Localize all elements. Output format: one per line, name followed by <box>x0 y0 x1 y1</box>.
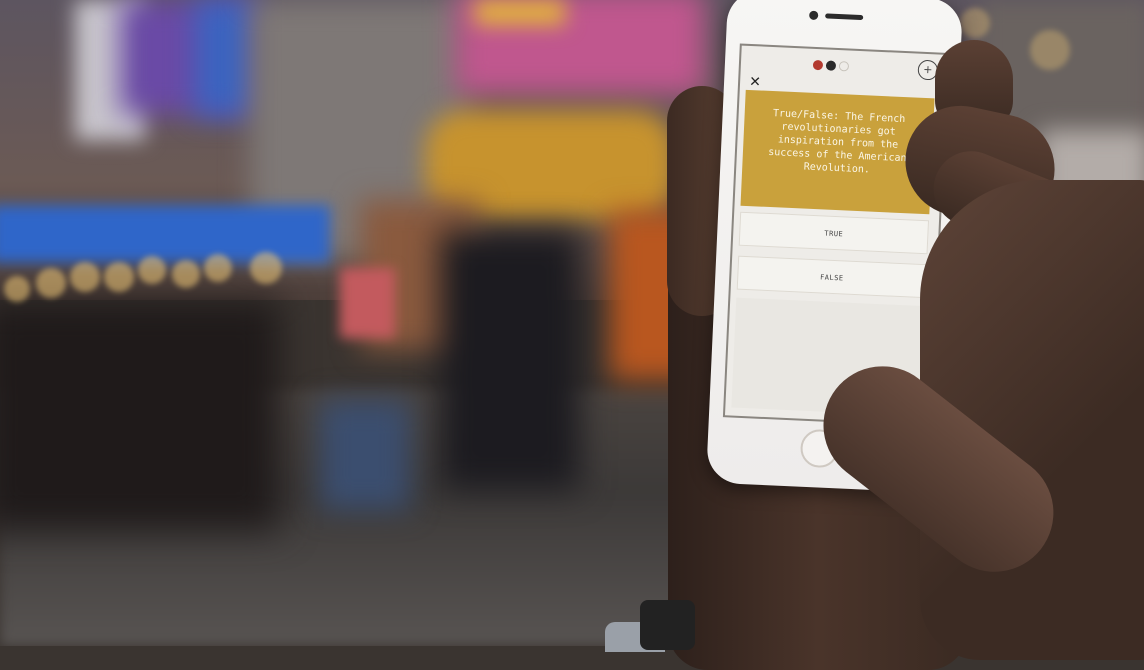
bokeh-light <box>960 8 990 38</box>
bokeh-light <box>138 256 166 284</box>
bokeh-light <box>172 260 200 288</box>
progress-dot-2 <box>825 60 837 71</box>
bokeh-light <box>1030 30 1070 70</box>
earpiece <box>825 13 864 21</box>
phone-screen: + ✕ True/False: The French revolutionari… <box>722 43 949 427</box>
answer-false-button[interactable]: FALSE <box>736 255 928 299</box>
bokeh-light <box>4 276 30 302</box>
pedestrian-blue <box>320 400 410 510</box>
led-ticker-sign <box>0 205 330 263</box>
billboard-light <box>475 0 565 25</box>
close-icon[interactable]: ✕ <box>749 74 761 91</box>
progress-dots <box>812 59 850 72</box>
front-camera <box>809 10 819 21</box>
red-sign <box>340 268 395 338</box>
bokeh-light <box>250 252 282 284</box>
dark-storefront <box>0 300 280 530</box>
answer-true-button[interactable]: TRUE <box>738 211 930 255</box>
bokeh-light <box>204 254 232 282</box>
progress-dot-1 <box>812 59 824 71</box>
bokeh-light <box>70 262 100 292</box>
blue-sign <box>195 0 255 115</box>
pedestrian <box>440 230 580 490</box>
bokeh-light <box>36 268 66 298</box>
wristwatch <box>640 600 695 650</box>
progress-dot-3 <box>838 61 850 72</box>
bokeh-light <box>104 262 134 292</box>
